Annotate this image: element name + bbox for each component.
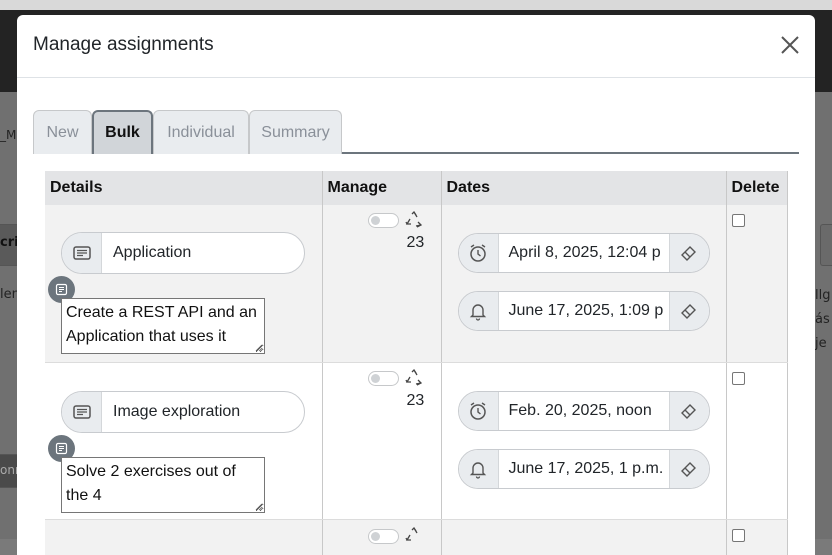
resize-grip-icon[interactable] bbox=[254, 502, 263, 511]
delete-cell bbox=[726, 519, 788, 555]
manage-toggle[interactable] bbox=[367, 213, 399, 228]
background-fragment: onn bbox=[0, 463, 17, 477]
manage-cell: 23 bbox=[322, 362, 442, 520]
due-date-field[interactable]: June 17, 2025, 1:09 p bbox=[457, 291, 710, 331]
bell-icon bbox=[458, 292, 499, 330]
column-header-delete: Delete bbox=[726, 171, 788, 205]
dates-cell: April 8, 2025, 12:04 p June 17, 2025, 1:… bbox=[441, 205, 727, 363]
due-date-value: June 17, 2025, 1 p.m. bbox=[508, 459, 664, 477]
table-header-row: Details Manage Dates Delete bbox=[45, 171, 788, 205]
manage-cell: 23 bbox=[322, 205, 442, 363]
modal-header: Manage assignments bbox=[17, 15, 815, 78]
close-button[interactable] bbox=[779, 34, 801, 56]
assignment-count: 23 bbox=[406, 391, 425, 409]
tab-new[interactable]: New bbox=[33, 110, 92, 154]
modal-title: Manage assignments bbox=[33, 34, 214, 55]
column-header-details: Details bbox=[45, 171, 323, 205]
text-lines-icon bbox=[62, 233, 102, 273]
resize-grip-icon[interactable] bbox=[254, 343, 263, 352]
table-row bbox=[45, 519, 788, 555]
eraser-icon bbox=[681, 403, 696, 419]
manage-toggle[interactable] bbox=[367, 528, 399, 544]
assignment-description: Create a REST API and an Application tha… bbox=[66, 304, 257, 345]
recycle-icon[interactable] bbox=[404, 526, 423, 545]
assignments-table: Details Manage Dates Delete Application bbox=[45, 171, 788, 555]
start-date-field[interactable]: Feb. 20, 2025, noon bbox=[457, 390, 710, 431]
dates-cell bbox=[441, 519, 727, 555]
background-fragment: crip bbox=[0, 235, 17, 250]
tab-bulk[interactable]: Bulk bbox=[92, 110, 153, 154]
tab-individual[interactable]: Individual bbox=[153, 110, 249, 154]
assignment-description-textarea[interactable]: Solve 2 exercises out of the 4 bbox=[61, 456, 265, 513]
details-cell: Image exploration Solve 2 exercises out … bbox=[45, 362, 323, 520]
assignment-name: Image exploration bbox=[113, 402, 241, 420]
background-topbar bbox=[0, 0, 832, 10]
delete-cell bbox=[726, 205, 788, 363]
manage-cell bbox=[322, 519, 442, 555]
close-icon bbox=[781, 36, 799, 54]
background-fragment: je bbox=[815, 336, 827, 351]
background-fragment: _M bbox=[0, 128, 17, 142]
eraser-icon bbox=[681, 246, 696, 261]
clear-due-date-button[interactable] bbox=[668, 292, 709, 330]
background-panel bbox=[820, 224, 832, 266]
background-fragment: llg bbox=[815, 288, 831, 303]
background-panel: crip bbox=[0, 224, 17, 266]
background-fragment: len bbox=[0, 287, 17, 302]
assignment-description: Solve 2 exercises out of the 4 bbox=[66, 462, 236, 504]
recycle-icon[interactable] bbox=[404, 211, 423, 229]
clear-due-date-button[interactable] bbox=[668, 449, 709, 488]
background-fragment: ás bbox=[815, 312, 830, 327]
background-panel: onn bbox=[0, 454, 17, 488]
dates-cell: Feb. 20, 2025, noon June 17, 2025, 1 p.m… bbox=[441, 362, 727, 520]
eraser-icon bbox=[681, 304, 696, 319]
background-right-edge: llg ás je bbox=[815, 92, 832, 539]
due-date-value: June 17, 2025, 1:09 p bbox=[508, 302, 664, 319]
tab-summary[interactable]: Summary bbox=[249, 110, 342, 154]
start-date-value: April 8, 2025, 12:04 p bbox=[508, 244, 661, 261]
clear-start-date-button[interactable] bbox=[668, 234, 709, 272]
background-text: llg ás je bbox=[815, 284, 830, 356]
text-lines-icon bbox=[62, 391, 102, 432]
assignment-name-field[interactable]: Image exploration bbox=[61, 390, 305, 433]
manage-toggle[interactable] bbox=[367, 370, 399, 386]
start-date-field[interactable]: April 8, 2025, 12:04 p bbox=[457, 233, 710, 273]
delete-cell bbox=[726, 362, 788, 520]
table-row: Application Create a REST API and an App… bbox=[45, 205, 788, 363]
delete-checkbox[interactable] bbox=[731, 371, 745, 385]
alarm-clock-icon bbox=[458, 391, 499, 430]
assignment-name-field[interactable]: Application bbox=[61, 232, 305, 274]
column-header-dates: Dates bbox=[441, 171, 727, 205]
details-cell: Application Create a REST API and an App… bbox=[45, 205, 323, 363]
assignment-count: 23 bbox=[406, 234, 425, 251]
start-date-value: Feb. 20, 2025, noon bbox=[508, 401, 652, 419]
manage-assignments-modal: Manage assignments New Bulk Individual S… bbox=[17, 15, 815, 555]
alarm-clock-icon bbox=[458, 234, 499, 272]
bell-icon bbox=[458, 449, 499, 488]
assignment-name: Application bbox=[113, 244, 192, 261]
details-cell bbox=[45, 519, 323, 555]
delete-checkbox[interactable] bbox=[731, 528, 745, 542]
delete-checkbox[interactable] bbox=[731, 214, 745, 227]
eraser-icon bbox=[681, 461, 696, 477]
tab-bar: New Bulk Individual Summary bbox=[33, 110, 799, 154]
clear-start-date-button[interactable] bbox=[668, 391, 709, 430]
assignment-description-textarea[interactable]: Create a REST API and an Application tha… bbox=[61, 298, 265, 354]
table-row: Image exploration Solve 2 exercises out … bbox=[45, 362, 788, 520]
due-date-field[interactable]: June 17, 2025, 1 p.m. bbox=[457, 448, 710, 489]
recycle-icon[interactable] bbox=[404, 368, 423, 387]
background-left-edge: _M crip len onn bbox=[0, 92, 17, 539]
column-header-manage: Manage bbox=[322, 171, 442, 205]
